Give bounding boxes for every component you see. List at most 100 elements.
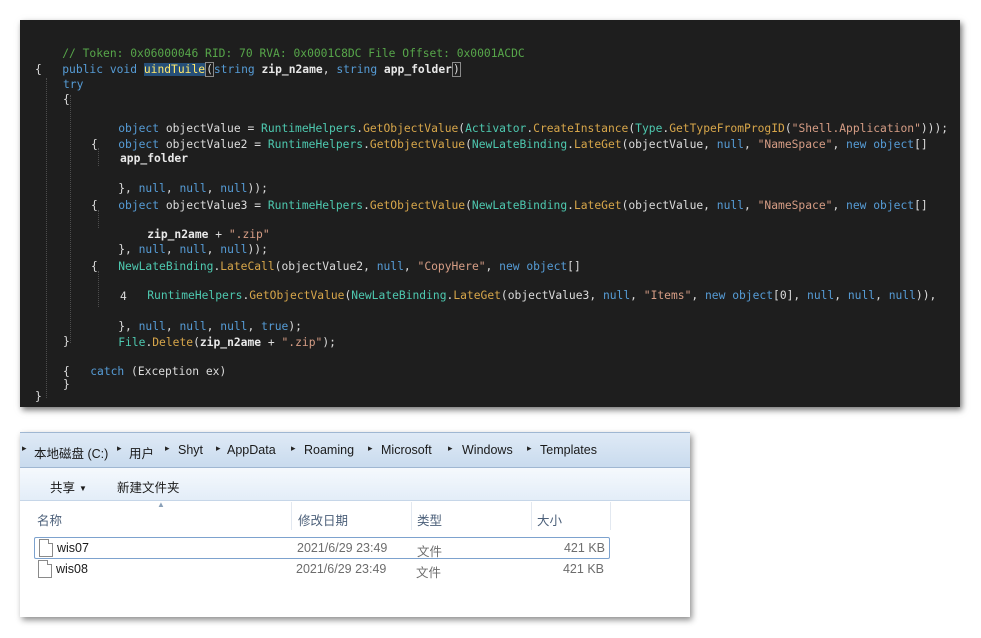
indent-guide <box>70 95 71 343</box>
token: LateGet <box>573 138 622 151</box>
token: Delete <box>152 336 194 349</box>
token: null <box>807 289 835 302</box>
token: new object <box>846 138 915 151</box>
column-divider[interactable] <box>531 502 532 530</box>
breadcrumb-chevron-icon[interactable]: ▸ <box>368 443 373 454</box>
try-line: try <box>63 77 83 92</box>
file-modified-date: 2021/6/29 23:49 <box>296 562 387 576</box>
brace-line: { <box>63 92 70 107</box>
token: (objectValue3, <box>500 289 603 302</box>
command-bar: 共享 ▼ 新建文件夹 <box>20 468 690 501</box>
file-row[interactable]: wis07 2021/6/29 23:49 文件 421 KB <box>34 537 610 559</box>
code-comment-line: // Token: 0x06000046 RID: 70 RVA: 0x0001… <box>35 31 525 60</box>
brace-line: { <box>91 137 98 152</box>
column-divider[interactable] <box>291 502 292 530</box>
token: RuntimeHelpers <box>267 199 364 212</box>
token: (objectValue, <box>621 138 717 151</box>
breadcrumb-chevron-icon[interactable]: ▸ <box>117 443 122 454</box>
token: LateGet <box>453 289 501 302</box>
token: 4 <box>120 290 127 303</box>
breadcrumb-item-appdata[interactable]: AppData <box>227 443 276 457</box>
breadcrumb-chevron-icon[interactable]: ▸ <box>527 443 532 454</box>
new-folder-button[interactable]: 新建文件夹 <box>117 477 180 496</box>
open-paren: ( <box>205 62 214 77</box>
token: )), <box>915 289 937 302</box>
token: , <box>875 289 889 302</box>
share-button[interactable]: 共享 ▼ <box>50 477 87 496</box>
token: LateGet <box>573 199 622 212</box>
address-bar[interactable]: ▸ 本地磁盘 (C:) ▸ 用户 ▸ Shyt ▸ AppData ▸ Roam… <box>20 432 690 468</box>
code-line-file-delete: File.Delete(zip_n2ame + ".zip"); <box>91 320 336 349</box>
breadcrumb-item-microsoft[interactable]: Microsoft <box>381 443 432 457</box>
token: , <box>832 199 847 212</box>
brace: { <box>91 199 98 212</box>
code-editor[interactable]: // Token: 0x06000046 RID: 70 RVA: 0x0001… <box>20 20 960 407</box>
string-literal: "CopyHere" <box>417 260 486 273</box>
brace-line: } <box>35 389 42 404</box>
breadcrumb-chevron-icon[interactable]: ▸ <box>165 443 170 454</box>
breadcrumb-chevron-icon[interactable]: ▸ <box>22 443 27 454</box>
token: ( <box>465 138 472 151</box>
comma: , <box>322 63 337 76</box>
brace-line: { <box>91 259 98 274</box>
method-name-highlight[interactable]: uindTuile <box>143 63 206 76</box>
column-divider[interactable] <box>411 502 412 530</box>
column-header-date[interactable]: 修改日期 <box>298 510 348 529</box>
share-label: 共享 <box>50 481 76 495</box>
brace-line: { <box>35 62 42 77</box>
breadcrumb-item-users[interactable]: 用户 <box>129 443 154 462</box>
token: . <box>567 138 574 151</box>
breadcrumb-chevron-icon[interactable]: ▸ <box>448 443 453 454</box>
token: [] <box>567 260 581 273</box>
brace: { <box>91 138 98 151</box>
token: app_folder <box>120 152 189 165</box>
brace-line: { <box>91 198 98 213</box>
breadcrumb-item-windows[interactable]: Windows <box>462 443 513 457</box>
column-header-name[interactable]: 名称 <box>37 510 62 529</box>
param1-type: string <box>213 63 262 76</box>
string-literal: ".zip" <box>281 336 323 349</box>
file-icon <box>38 560 52 578</box>
param2-name: app_folder <box>383 63 452 76</box>
token: LateCall <box>220 260 275 273</box>
token: null <box>716 138 744 151</box>
column-header-type[interactable]: 类型 <box>417 510 442 529</box>
brace: } <box>63 335 70 348</box>
breadcrumb-item-shyt[interactable]: Shyt <box>178 443 203 457</box>
token: , <box>403 260 418 273</box>
token: GetObjectValue <box>369 199 466 212</box>
token: . <box>363 199 370 212</box>
column-header-size[interactable]: 大小 <box>537 510 562 529</box>
brace-line: } <box>63 377 70 392</box>
breadcrumb-item-templates[interactable]: Templates <box>540 443 597 457</box>
token: , <box>630 289 644 302</box>
token: new object <box>846 199 915 212</box>
breadcrumb-chevron-icon[interactable]: ▸ <box>291 443 296 454</box>
token: null <box>888 289 916 302</box>
token: + <box>261 336 282 349</box>
token: object <box>118 138 166 151</box>
brace: } <box>35 390 42 403</box>
method-signature-line: public void uindTuile(string zip_n2ame, … <box>35 47 461 77</box>
breadcrumb-item-roaming[interactable]: Roaming <box>304 443 354 457</box>
token: , <box>744 138 758 151</box>
file-size: 421 KB <box>562 562 604 576</box>
file-icon <box>39 539 53 557</box>
token: , <box>832 138 847 151</box>
token: null <box>847 289 876 302</box>
token: new object <box>499 260 568 273</box>
token: . <box>567 199 574 212</box>
file-type: 文件 <box>417 545 443 559</box>
token: null <box>602 289 631 302</box>
token: zip_n2ame <box>199 336 262 349</box>
code-line-number: 4 <box>120 289 127 304</box>
token: [] <box>914 199 928 212</box>
breadcrumb-chevron-icon[interactable]: ▸ <box>216 443 221 454</box>
brace-line: } <box>63 334 70 349</box>
token: NewLateBinding <box>118 260 214 273</box>
column-divider[interactable] <box>610 502 611 530</box>
sort-ascending-icon: ▲ <box>157 500 165 509</box>
file-row[interactable]: wis08 2021/6/29 23:49 文件 421 KB <box>34 559 608 580</box>
token: object <box>118 199 166 212</box>
breadcrumb-item-local-disk[interactable]: 本地磁盘 (C:) <box>34 443 108 462</box>
